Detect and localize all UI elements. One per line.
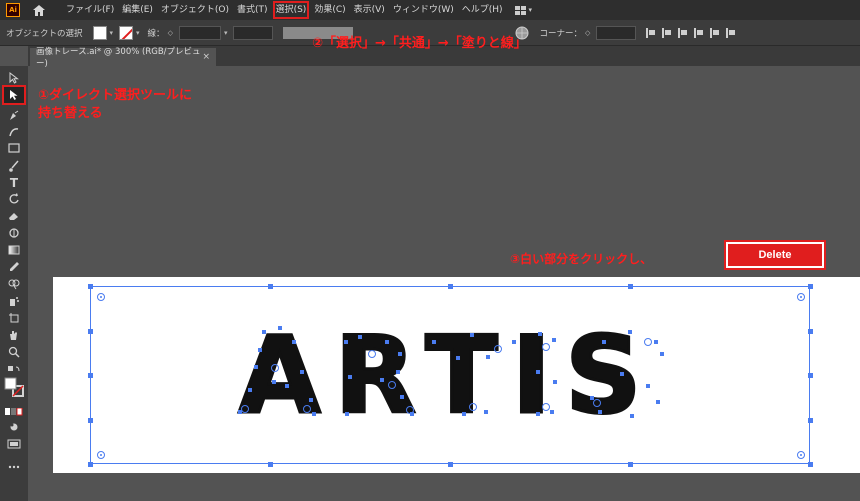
bbox-anchor[interactable] — [628, 462, 633, 467]
bbox-anchor[interactable] — [88, 329, 93, 334]
annotation-step1: ①ダイレクト選択ツールに 持ち替える — [38, 87, 192, 123]
annotation-step3: ③白い部分をクリックし、 — [510, 252, 653, 266]
bbox-handle-bottom-center[interactable] — [448, 462, 453, 467]
corner-center-marker — [797, 451, 805, 459]
bbox-handle-bottom-left[interactable] — [88, 462, 93, 467]
bbox-anchor[interactable] — [808, 329, 813, 334]
corner-center-marker — [97, 293, 105, 301]
bbox-anchor[interactable] — [628, 284, 633, 289]
delete-key-label: Delete — [728, 244, 822, 266]
bbox-handle-middle-right[interactable] — [808, 373, 813, 378]
bbox-handle-top-center[interactable] — [448, 284, 453, 289]
bbox-handle-middle-left[interactable] — [88, 373, 93, 378]
bbox-anchor[interactable] — [808, 418, 813, 423]
bbox-anchor[interactable] — [268, 462, 273, 467]
delete-key-callout: Delete — [724, 240, 826, 270]
corner-center-marker — [97, 451, 105, 459]
annotation-step1-line1: ①ダイレクト選択ツールに — [38, 88, 193, 103]
bbox-handle-bottom-right[interactable] — [808, 462, 813, 467]
bbox-anchor[interactable] — [268, 284, 273, 289]
bbox-handle-top-left[interactable] — [88, 284, 93, 289]
annotation-step2: ②「選択」→「共通」→「塗りと線」 — [312, 36, 527, 51]
bbox-handle-top-right[interactable] — [808, 284, 813, 289]
annotation-step1-line2: 持ち替える — [38, 106, 103, 121]
selection-bounding-box[interactable] — [90, 286, 810, 464]
bbox-anchor[interactable] — [88, 418, 93, 423]
corner-center-marker — [797, 293, 805, 301]
